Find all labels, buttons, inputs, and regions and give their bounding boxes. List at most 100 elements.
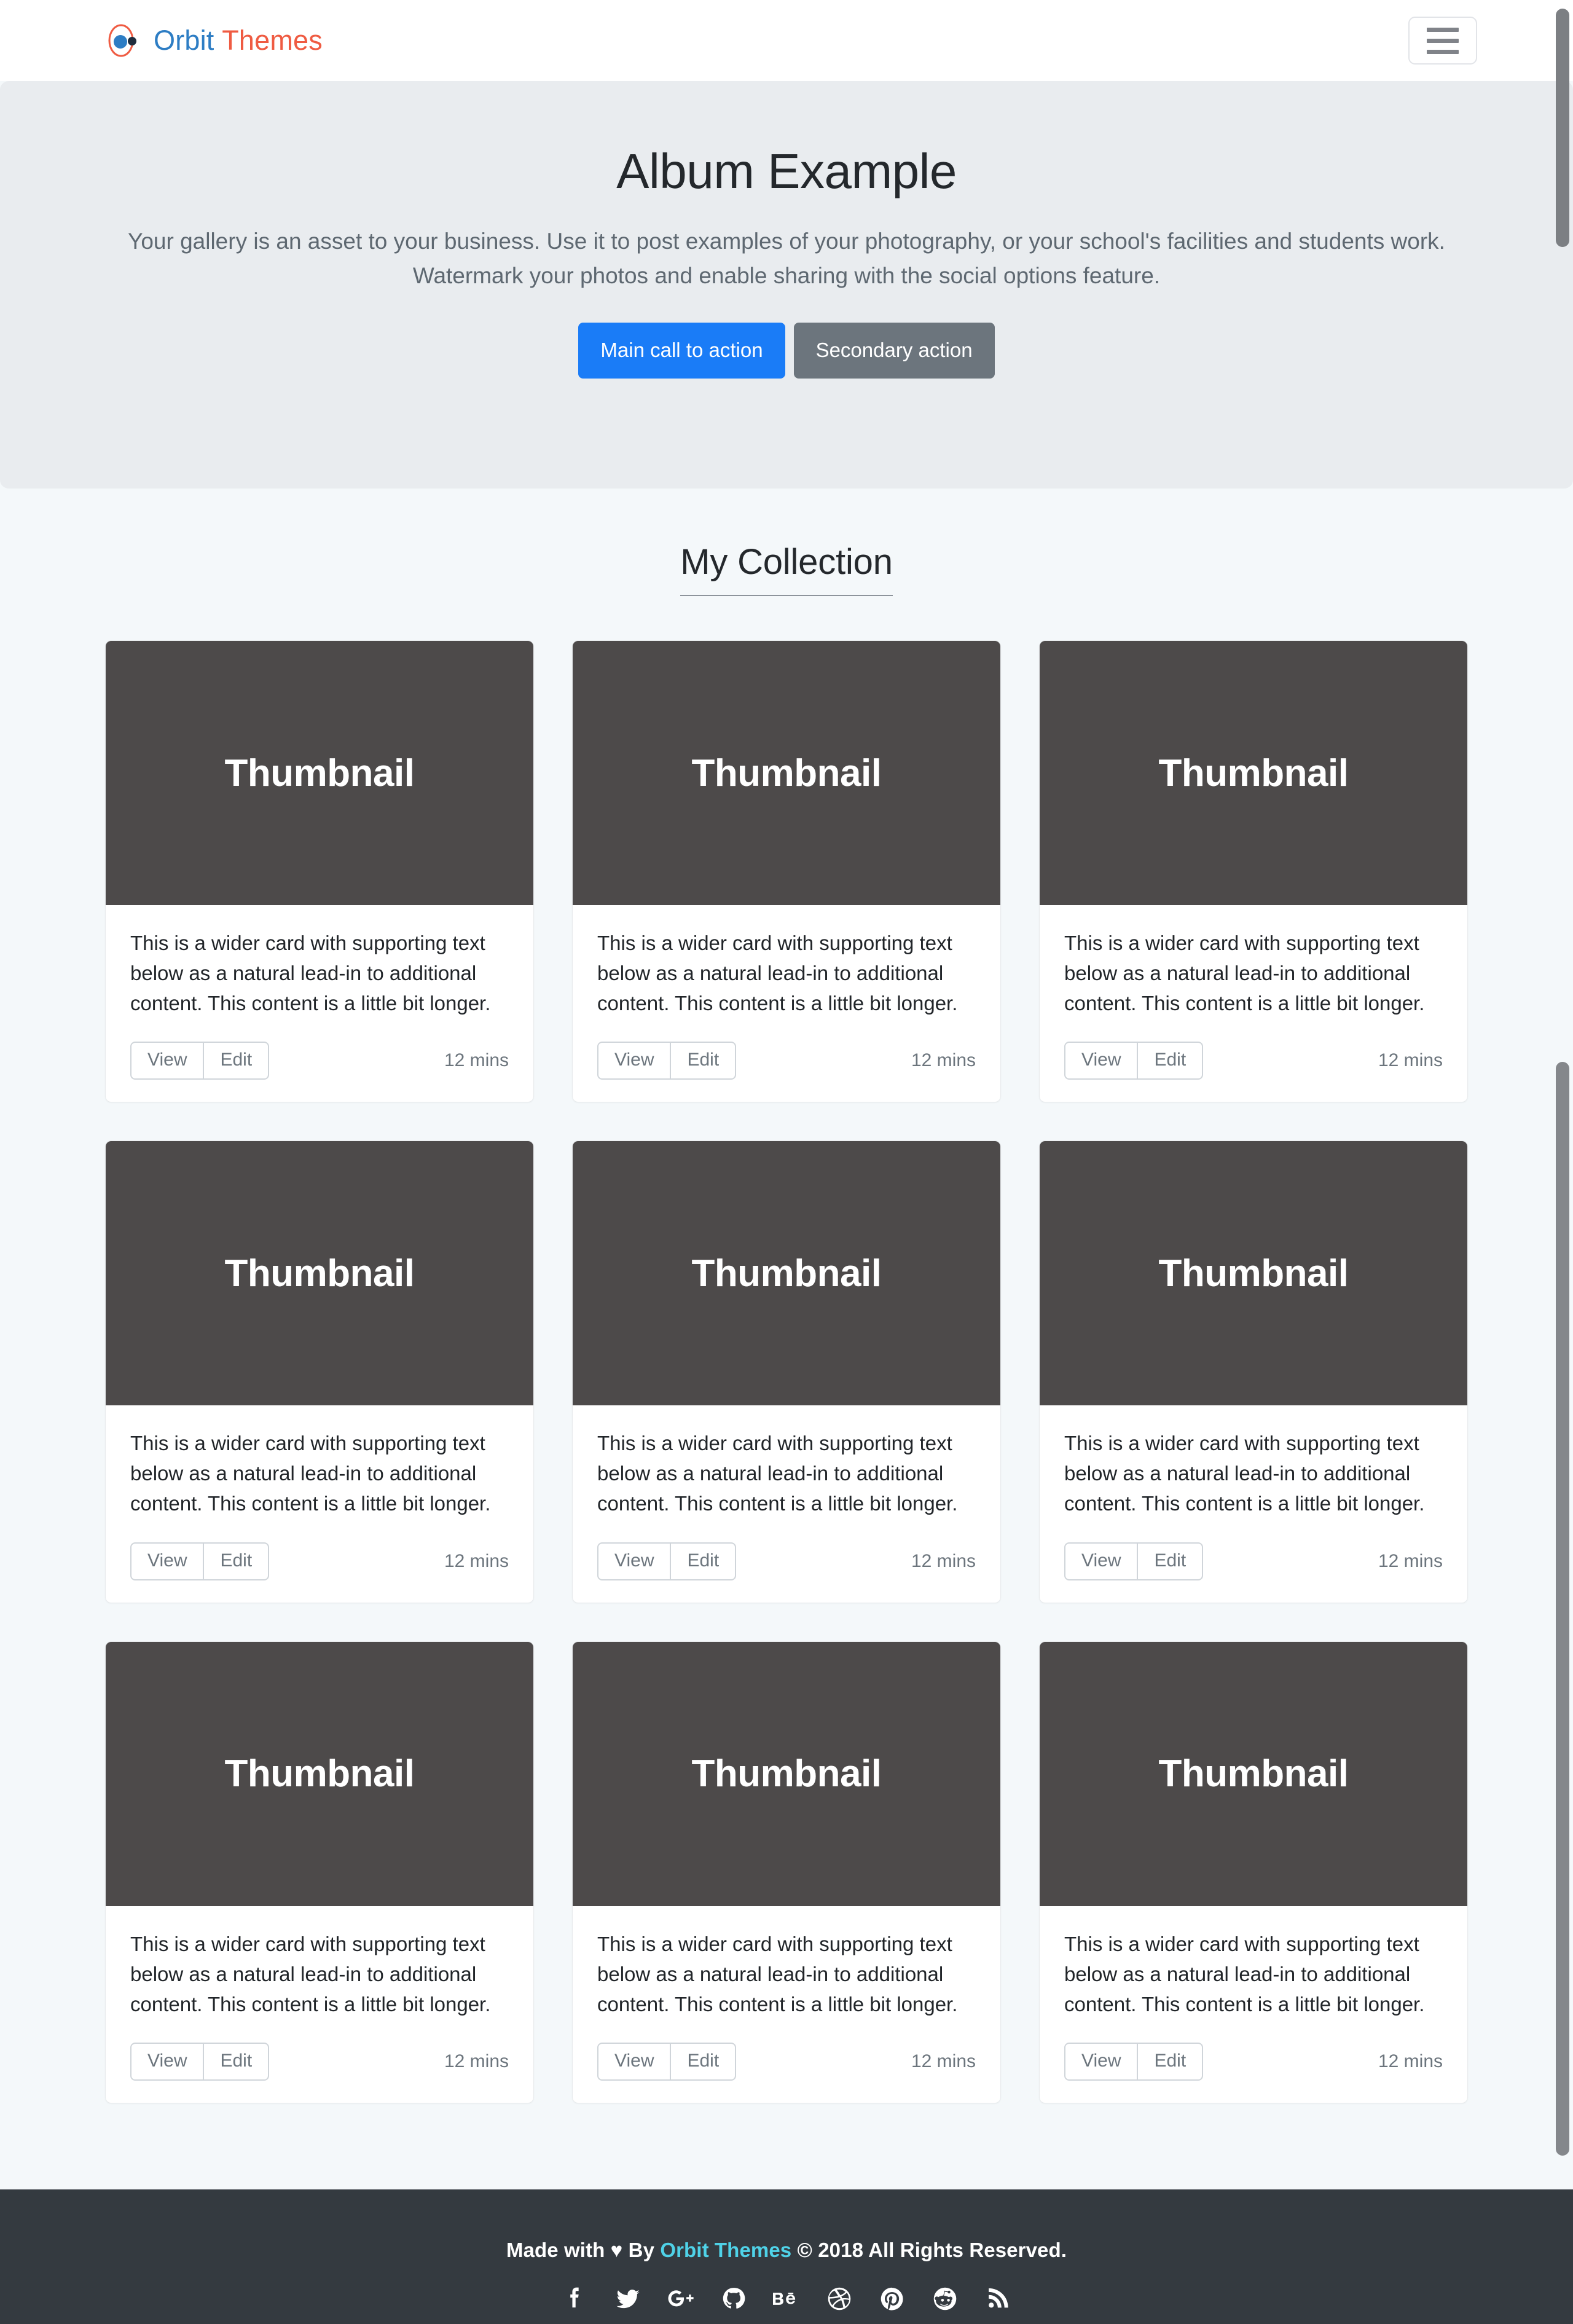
album-card: Thumbnail This is a wider card with suppo… [105,1140,534,1603]
card-button-group: View Edit [597,1542,737,1580]
card-timestamp: 12 mins [444,1050,509,1071]
card-thumbnail-label: Thumbnail [691,1252,882,1295]
card-footer-row: View Edit 12 mins [130,1542,509,1580]
card-description: This is a wider card with supporting tex… [1064,1932,1425,2016]
edit-button[interactable]: Edit [670,1042,737,1080]
card-body: This is a wider card with supporting tex… [1040,1405,1467,1602]
hamburger-bar-2 [1427,38,1459,43]
card-thumbnail: Thumbnail [106,641,533,905]
brand-name-themes: Themes [222,25,323,56]
view-button[interactable]: View [597,1042,671,1080]
card-description: This is a wider card with supporting tex… [130,1432,491,1515]
card-timestamp: 12 mins [911,1050,976,1071]
card-thumbnail: Thumbnail [573,1141,1000,1406]
view-button[interactable]: View [1064,1042,1138,1080]
secondary-action-button[interactable]: Secondary action [793,323,995,379]
card-footer-row: View Edit 12 mins [130,2043,509,2081]
view-button[interactable]: View [597,2043,671,2081]
google-plus-icon[interactable] [667,2285,694,2312]
edit-button[interactable]: Edit [670,1542,737,1580]
card-timestamp: 12 mins [1378,2051,1443,2072]
card-footer-row: View Edit 12 mins [1064,1042,1443,1080]
album-card: Thumbnail This is a wider card with suppo… [1039,1140,1468,1603]
social-links-row [0,2285,1573,2312]
card-thumbnail-label: Thumbnail [1158,1252,1349,1295]
view-button[interactable]: View [130,1042,204,1080]
card-timestamp: 12 mins [1378,1550,1443,1571]
edit-button[interactable]: Edit [203,2043,270,2081]
hamburger-bar-3 [1427,49,1459,54]
github-icon[interactable] [720,2285,747,2312]
edit-button[interactable]: Edit [1137,1542,1204,1580]
top-navbar: Orbit Themes [0,0,1573,81]
card-thumbnail: Thumbnail [1040,1641,1467,1906]
card-timestamp: 12 mins [911,2051,976,2072]
dribbble-icon[interactable] [826,2285,853,2312]
edit-button[interactable]: Edit [670,2043,737,2081]
hero-lead-text: Your gallery is an asset to your busines… [128,229,1445,289]
card-body: This is a wider card with supporting tex… [573,1906,1000,2103]
hamburger-menu-button[interactable] [1408,17,1477,65]
card-body: This is a wider card with supporting tex… [573,1405,1000,1602]
card-thumbnail: Thumbnail [106,1141,533,1406]
view-button[interactable]: View [1064,1542,1138,1580]
brand-text: Orbit Themes [154,25,323,57]
view-button[interactable]: View [130,2043,204,2081]
view-button[interactable]: View [597,1542,671,1580]
edit-button[interactable]: Edit [1137,1042,1204,1080]
card-description: This is a wider card with supporting tex… [597,1432,958,1515]
hero-action-buttons: Main call to action Secondary action [25,323,1548,379]
brand-logo-link[interactable]: Orbit Themes [104,22,323,60]
card-button-group: View Edit [597,1042,737,1080]
page-title: Album Example [616,144,957,198]
card-button-group: View Edit [130,1542,270,1580]
behance-icon[interactable] [773,2285,800,2312]
card-thumbnail-label: Thumbnail [1158,1753,1349,1796]
card-button-group: View Edit [1064,1542,1204,1580]
card-footer-row: View Edit 12 mins [1064,2043,1443,2081]
facebook-icon[interactable] [562,2285,589,2312]
card-description: This is a wider card with supporting tex… [130,932,491,1015]
card-body: This is a wider card with supporting tex… [573,905,1000,1102]
album-section: My Collection Thumbnail This is a wider c… [0,489,1573,2190]
card-footer-row: View Edit 12 mins [1064,1542,1443,1580]
card-footer-row: View Edit 12 mins [597,2043,976,2081]
album-card: Thumbnail This is a wider card with suppo… [572,1641,1001,2104]
edit-button[interactable]: Edit [203,1542,270,1580]
card-thumbnail-label: Thumbnail [1158,752,1349,795]
card-body: This is a wider card with supporting tex… [106,1405,533,1602]
card-body: This is a wider card with supporting tex… [1040,1906,1467,2103]
card-button-group: View Edit [1064,2043,1204,2081]
rss-icon[interactable] [984,2285,1011,2312]
card-thumbnail-label: Thumbnail [691,1753,882,1796]
card-timestamp: 12 mins [444,2051,509,2072]
edit-button[interactable]: Edit [203,1042,270,1080]
card-footer-row: View Edit 12 mins [597,1542,976,1580]
album-card: Thumbnail This is a wider card with suppo… [572,1140,1001,1603]
section-heading-wrapper: My Collection [0,541,1573,596]
footer-brand-link[interactable]: Orbit Themes [660,2239,791,2261]
card-thumbnail-label: Thumbnail [224,752,415,795]
card-description: This is a wider card with supporting tex… [1064,932,1425,1015]
card-description: This is a wider card with supporting tex… [597,932,958,1015]
edit-button[interactable]: Edit [1137,2043,1204,2081]
hamburger-bar-1 [1427,27,1459,32]
card-body: This is a wider card with supporting tex… [106,905,533,1102]
view-button[interactable]: View [130,1542,204,1580]
pinterest-icon[interactable] [879,2285,906,2312]
card-button-group: View Edit [597,2043,737,2081]
card-thumbnail-label: Thumbnail [224,1753,415,1796]
card-timestamp: 12 mins [911,1550,976,1571]
album-card: Thumbnail This is a wider card with suppo… [105,1641,534,2104]
card-thumbnail: Thumbnail [573,641,1000,905]
card-body: This is a wider card with supporting tex… [106,1906,533,2103]
card-footer-row: View Edit 12 mins [597,1042,976,1080]
reddit-icon[interactable] [932,2285,959,2312]
twitter-icon[interactable] [614,2285,641,2312]
card-grid: Thumbnail This is a wider card with suppo… [0,640,1573,2104]
view-button[interactable]: View [1064,2043,1138,2081]
card-footer-row: View Edit 12 mins [130,1042,509,1080]
card-timestamp: 12 mins [444,1550,509,1571]
card-description: This is a wider card with supporting tex… [597,1932,958,2016]
main-call-to-action-button[interactable]: Main call to action [578,323,785,379]
